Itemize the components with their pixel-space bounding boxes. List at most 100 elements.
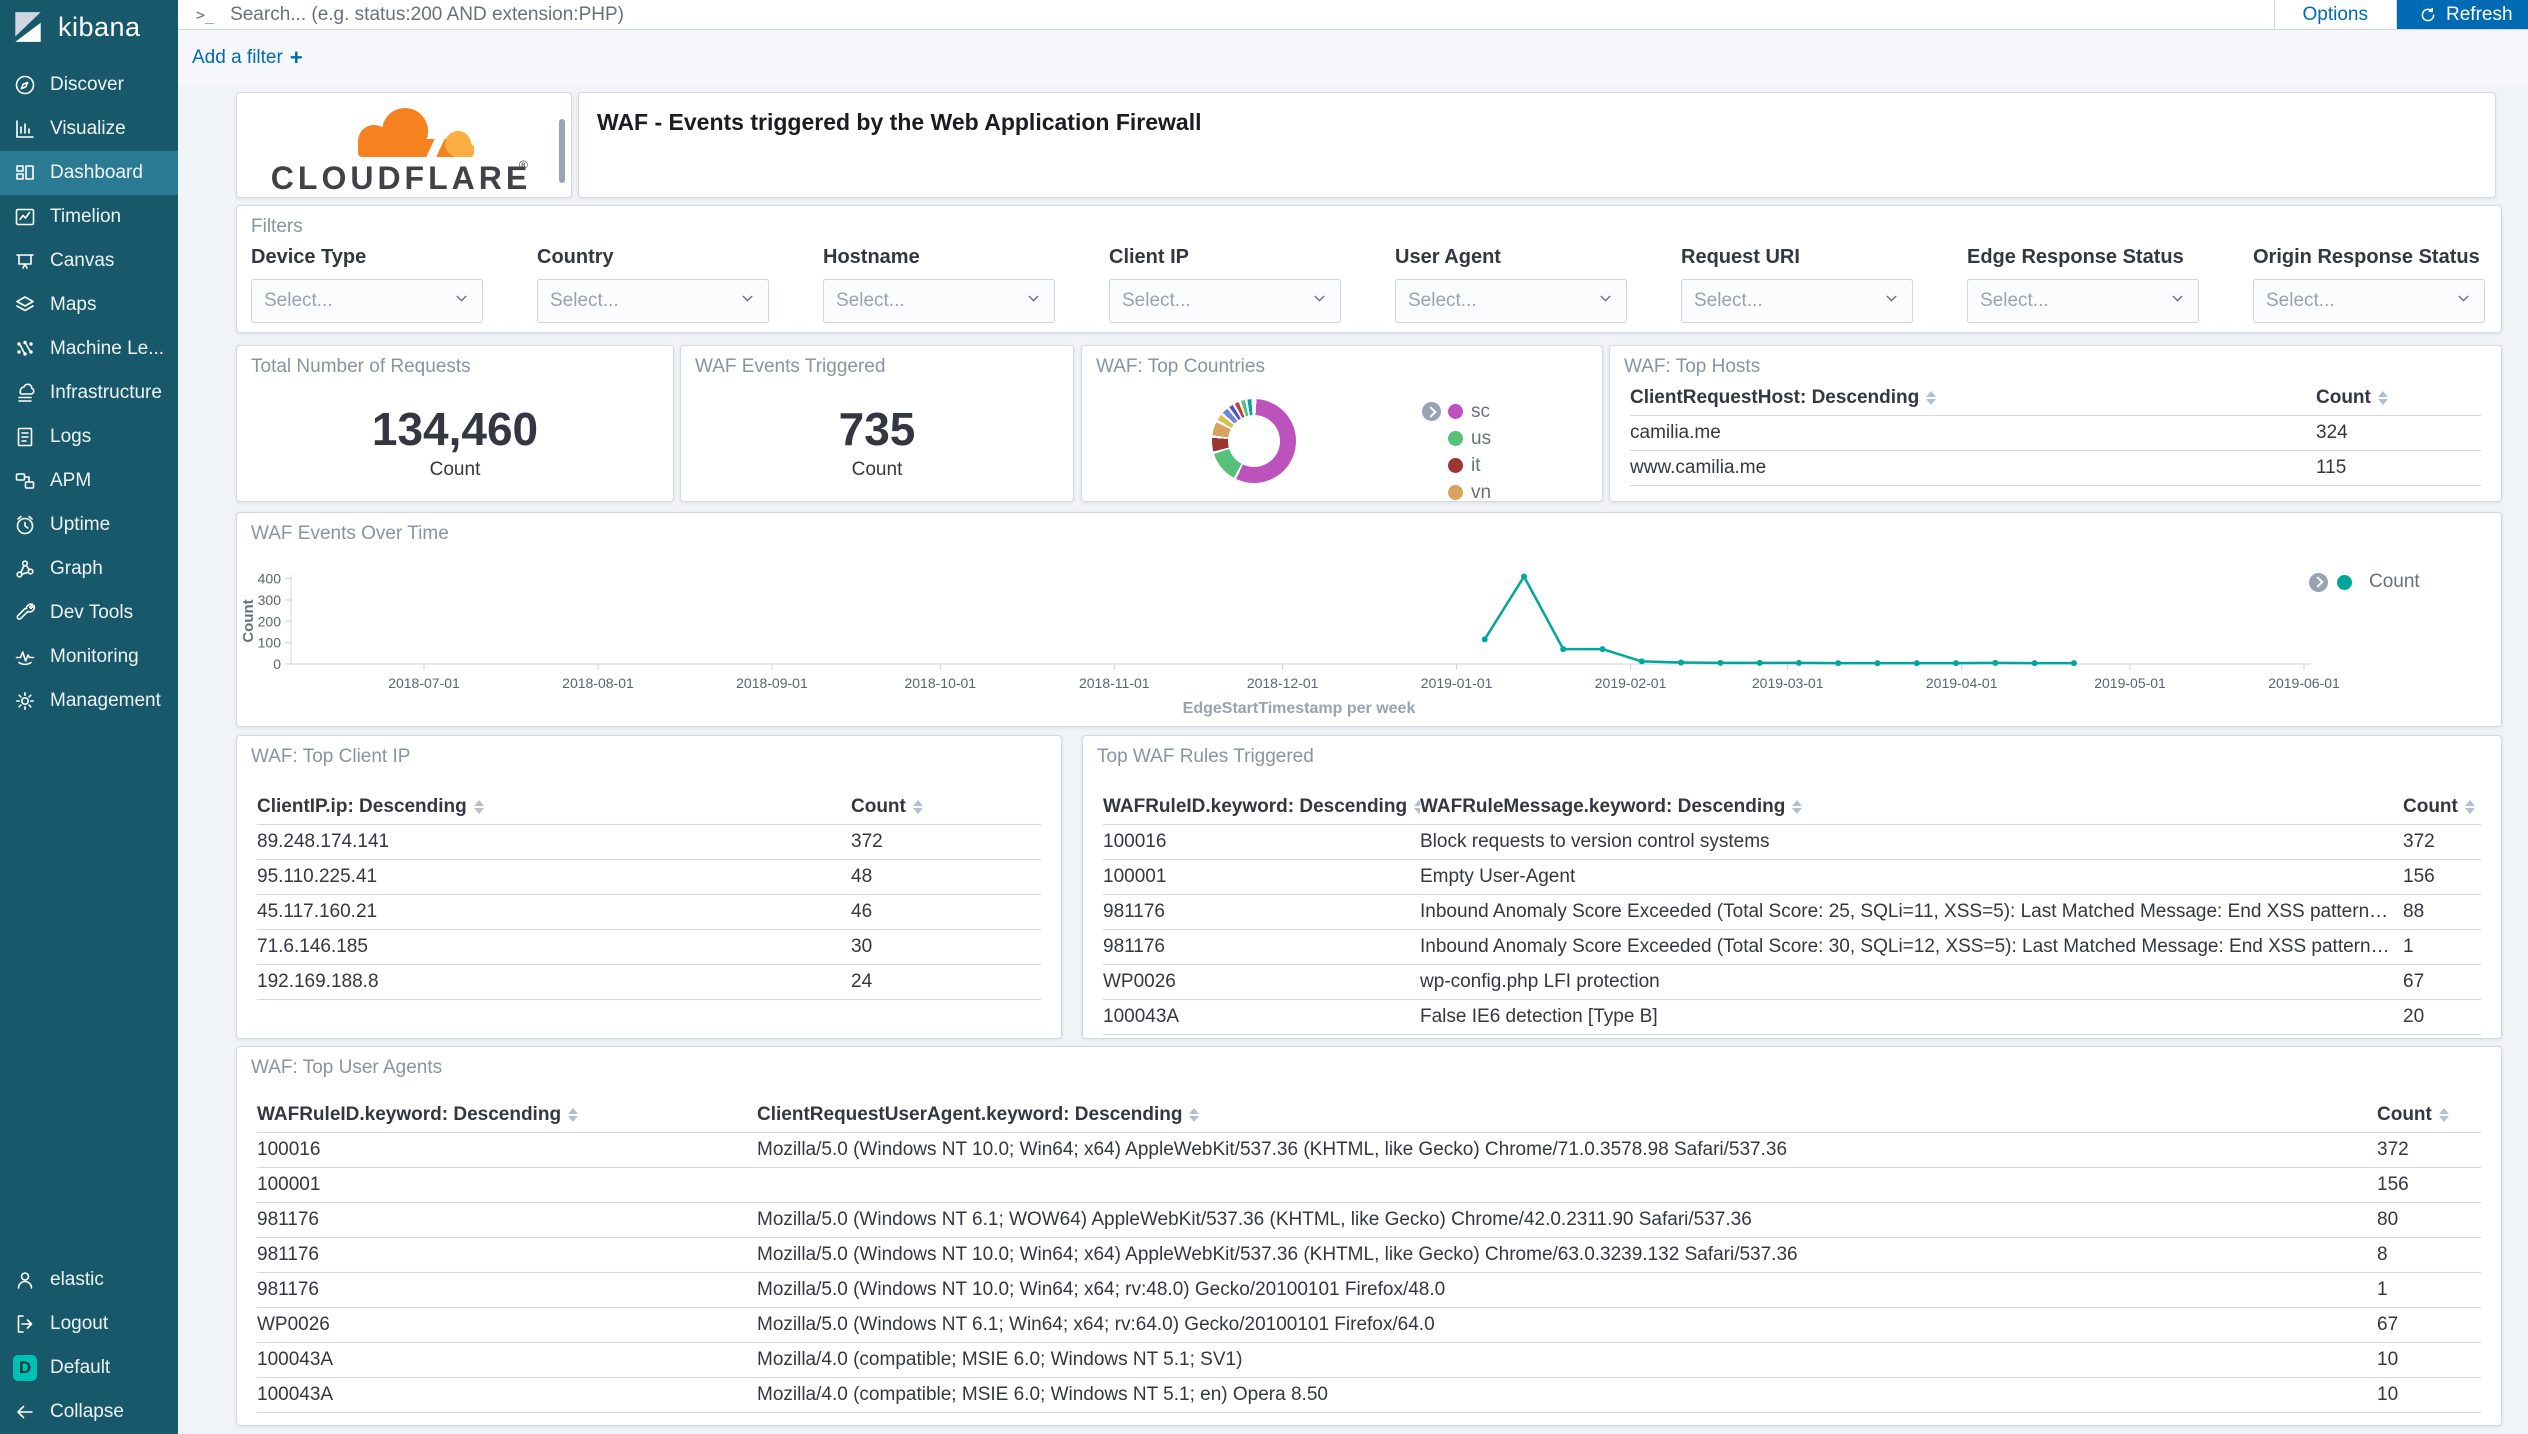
table-cell: 1 (2403, 936, 2481, 958)
column-header[interactable]: ClientIP.ip: Descending (257, 796, 851, 818)
table-cell: Mozilla/5.0 (Windows NT 10.0; Win64; x64… (757, 1244, 2377, 1266)
column-header[interactable]: Count (851, 796, 1041, 818)
legend-expand-icon[interactable] (1422, 402, 1441, 421)
sort-icon (913, 800, 923, 814)
sidebar-item-graph[interactable]: Graph (0, 547, 178, 591)
sidebar-item-dashboard[interactable]: Dashboard (0, 151, 178, 195)
sidebar-item-canvas[interactable]: Canvas (0, 239, 178, 283)
sidebar-item-management[interactable]: Management (0, 679, 178, 723)
column-header[interactable]: WAFRuleID.keyword: Descending (1103, 796, 1420, 818)
sidebar-item-collapse[interactable]: Collapse (0, 1390, 178, 1434)
legend-arrow-slot (1422, 402, 1448, 421)
column-header[interactable]: Count (2316, 387, 2481, 409)
sidebar-item-logout[interactable]: Logout (0, 1302, 178, 1346)
panel-title: WAF: Top Hosts (1624, 356, 1760, 378)
filter-select[interactable]: Select... (2253, 279, 2485, 323)
legend-item-it[interactable]: it (1422, 452, 1491, 479)
column-header[interactable]: ClientRequestHost: Descending (1630, 387, 2316, 409)
sidebar-item-logs[interactable]: Logs (0, 415, 178, 459)
filter-select[interactable]: Select... (1681, 279, 1913, 323)
sidebar-item-machine-le[interactable]: Machine Le... (0, 327, 178, 371)
sidebar-item-timelion[interactable]: Timelion (0, 195, 178, 239)
chevron-down-icon (453, 290, 470, 312)
search-placeholder: Search... (e.g. status:200 AND extension… (230, 4, 624, 26)
top-hosts-panel: WAF: Top Hosts ClientRequestHost: Descen… (1609, 345, 2502, 502)
table-cell: 372 (2377, 1139, 2481, 1161)
panel-title: Filters (251, 216, 303, 238)
kibana-brand[interactable]: kibana (0, 0, 178, 54)
infrastructure-icon (13, 381, 37, 405)
svg-text:2019-03-01: 2019-03-01 (1752, 675, 1824, 691)
filter-select[interactable]: Select... (1967, 279, 2199, 323)
filter-select[interactable]: Select... (251, 279, 483, 323)
legend-item-sc[interactable]: sc (1422, 398, 1491, 425)
legend-expand-icon[interactable] (2309, 573, 2328, 592)
sidebar-item-elastic[interactable]: elastic (0, 1258, 178, 1302)
sidebar-item-uptime[interactable]: Uptime (0, 503, 178, 547)
legend-label[interactable]: Count (2369, 571, 2420, 593)
table-header-row: ClientIP.ip: DescendingCount (257, 790, 1041, 825)
table-row: 192.169.188.824 (257, 965, 1041, 1000)
table-row: www.camilia.me115 (1630, 451, 2481, 486)
column-header[interactable]: WAFRuleID.keyword: Descending (257, 1104, 757, 1126)
sidebar-item-dev-tools[interactable]: Dev Tools (0, 591, 178, 635)
table-cell: 981176 (1103, 936, 1420, 958)
table-row: 100043AMozilla/4.0 (compatible; MSIE 6.0… (257, 1343, 2481, 1378)
countries-donut-chart[interactable] (1212, 399, 1296, 483)
table-cell: Mozilla/4.0 (compatible; MSIE 6.0; Windo… (757, 1349, 2377, 1371)
filter-select[interactable]: Select... (823, 279, 1055, 323)
filter-label: Origin Response Status (2253, 246, 2485, 269)
filter-select[interactable]: Select... (1395, 279, 1627, 323)
sidebar-item-maps[interactable]: Maps (0, 283, 178, 327)
legend-item-vn[interactable]: vn (1422, 479, 1491, 502)
top-hosts-table: ClientRequestHost: DescendingCountcamili… (1630, 381, 2481, 486)
svg-text:2018-11-01: 2018-11-01 (1079, 675, 1150, 691)
table-cell: camilia.me (1630, 422, 2316, 444)
column-header[interactable]: ClientRequestUserAgent.keyword: Descendi… (757, 1104, 2377, 1126)
sidebar-item-default[interactable]: DDefault (0, 1346, 178, 1390)
sidebar-item-label: Timelion (50, 206, 121, 228)
sort-icon (2465, 800, 2475, 814)
table-cell: 156 (2403, 866, 2481, 888)
sidebar-item-infrastructure[interactable]: Infrastructure (0, 371, 178, 415)
refresh-button[interactable]: Refresh (2397, 0, 2528, 29)
svg-text:2018-08-01: 2018-08-01 (562, 675, 634, 691)
panel-scrollbar[interactable] (559, 119, 565, 183)
table-cell: 981176 (257, 1279, 757, 1301)
filter-select[interactable]: Select... (537, 279, 769, 323)
metric-unit: Count (681, 459, 1073, 481)
sort-icon (474, 800, 484, 814)
sidebar-item-label: Dashboard (50, 162, 143, 184)
table-cell: 324 (2316, 422, 2481, 444)
chevron-down-icon (2455, 290, 2472, 312)
sidebar-item-discover[interactable]: Discover (0, 63, 178, 107)
add-filter-button[interactable]: Add a filter + (192, 47, 303, 69)
table-cell: 100001 (1103, 866, 1420, 888)
logout-icon (13, 1312, 37, 1336)
table-header-row: ClientRequestHost: DescendingCount (1630, 381, 2481, 416)
filter-bar: Add a filter + (178, 30, 2528, 86)
sidebar: kibana DiscoverVisualize Dashboard Timelio… (0, 0, 178, 1434)
svg-text:2019-05-01: 2019-05-01 (2094, 675, 2166, 691)
options-button[interactable]: Options (2274, 0, 2397, 29)
column-header[interactable]: Count (2377, 1104, 2481, 1126)
sidebar-item-visualize[interactable]: Visualize (0, 107, 178, 151)
sidebar-item-label: elastic (50, 1269, 104, 1291)
column-header[interactable]: WAFRuleMessage.keyword: Descending (1420, 796, 2403, 818)
top-user-agents-table: WAFRuleID.keyword: DescendingClientReque… (257, 1098, 2481, 1413)
legend-item-us[interactable]: us (1422, 425, 1491, 452)
metric-unit: Count (237, 459, 673, 481)
filter-select[interactable]: Select... (1109, 279, 1341, 323)
metric-value: 735 (681, 404, 1073, 455)
table-row: 45.117.160.2146 (257, 895, 1041, 930)
column-header[interactable]: Count (2403, 796, 2481, 818)
timelion-icon (13, 205, 37, 229)
table-cell: Empty User-Agent (1420, 866, 2403, 888)
search-input[interactable]: >_ Search... (e.g. status:200 AND extens… (178, 0, 2274, 29)
table-row: 981176Mozilla/5.0 (Windows NT 10.0; Win6… (257, 1273, 2481, 1308)
svg-text:2018-12-01: 2018-12-01 (1247, 675, 1319, 691)
sidebar-item-monitoring[interactable]: Monitoring (0, 635, 178, 679)
table-cell: 88 (2403, 901, 2481, 923)
events-over-time-chart[interactable]: 01002003004002018-07-012018-08-012018-09… (237, 513, 2499, 724)
sidebar-item-apm[interactable]: APM (0, 459, 178, 503)
